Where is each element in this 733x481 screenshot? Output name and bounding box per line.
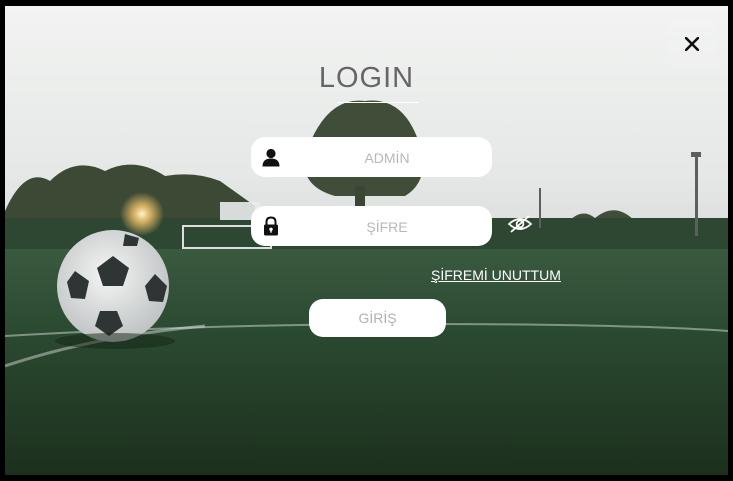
password-input[interactable] bbox=[285, 206, 489, 248]
username-field[interactable] bbox=[251, 137, 492, 179]
close-icon bbox=[685, 37, 699, 51]
user-icon bbox=[262, 148, 280, 167]
lock-icon bbox=[264, 216, 278, 236]
eye-off-icon[interactable] bbox=[507, 214, 533, 234]
password-field[interactable] bbox=[251, 206, 492, 248]
login-button[interactable]: GİRİŞ bbox=[309, 299, 446, 337]
username-input[interactable] bbox=[285, 137, 489, 179]
page-title: LOGIN bbox=[318, 62, 415, 94]
login-window: LOGIN ŞİFREMİ UNUTTUM GİRİŞ bbox=[5, 6, 728, 475]
title-underline bbox=[337, 102, 419, 103]
forgot-password-link[interactable]: ŞİFREMİ UNUTTUM bbox=[431, 267, 561, 283]
